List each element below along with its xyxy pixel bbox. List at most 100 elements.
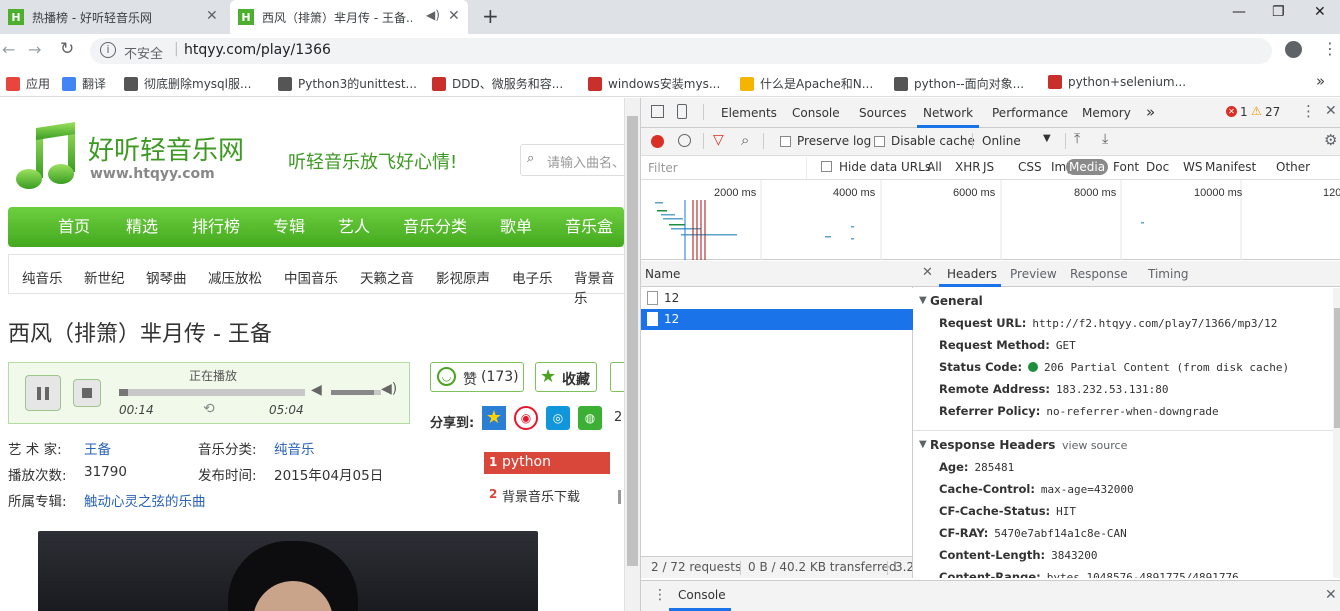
details-tab-preview[interactable]: Preview	[1010, 267, 1057, 281]
subnav-item[interactable]: 天籁之音	[360, 267, 414, 287]
type-filter-ws[interactable]: WS	[1183, 160, 1202, 174]
subnav-item[interactable]: 影视原声	[436, 267, 490, 287]
address-bar[interactable]: i 不安全 | htqyy.com/play/1366	[90, 38, 1272, 64]
new-tab-button[interactable]: +	[482, 4, 499, 28]
inspect-element-icon[interactable]	[651, 105, 664, 118]
loop-icon[interactable]: ⟲	[203, 401, 215, 417]
tab-close-icon[interactable]: ✕	[448, 8, 460, 24]
qzone-icon[interactable]: ★	[482, 406, 506, 430]
weibo-icon[interactable]: ◉	[514, 406, 538, 430]
expand-caret-icon[interactable]: ▼	[919, 295, 927, 306]
bookmark-item[interactable]: 翻译	[62, 75, 106, 92]
error-count[interactable]: 1	[1240, 105, 1248, 119]
filter-funnel-icon[interactable]: ▽	[713, 132, 724, 148]
request-row-selected[interactable]: 12	[641, 309, 913, 330]
forward-icon[interactable]: →	[28, 40, 41, 59]
devtools-close-icon[interactable]: ✕	[1325, 103, 1337, 119]
type-filter-xhr[interactable]: XHR	[955, 160, 981, 174]
subnav-item[interactable]: 纯音乐	[22, 267, 63, 287]
details-tab-response[interactable]: Response	[1070, 267, 1128, 281]
bookmark-item[interactable]: Python3的unittest...	[278, 75, 417, 92]
tab-audio-icon[interactable]: ◀)	[426, 8, 440, 22]
type-filter-doc[interactable]: Doc	[1146, 160, 1169, 174]
subnav-item[interactable]: 背景音乐	[574, 267, 624, 307]
response-headers-title[interactable]: Response Headers	[930, 438, 1055, 452]
drawer-close-icon[interactable]: ✕	[1325, 587, 1337, 603]
request-row[interactable]: 12	[641, 288, 913, 309]
nav-item[interactable]: 艺人	[338, 207, 370, 247]
bookmark-item[interactable]: python+selenium...	[1048, 75, 1186, 89]
browser-tab-inactive[interactable]: H 热播榜 - 好听轻音乐网 ✕	[0, 0, 228, 34]
type-filter-js[interactable]: JS	[983, 160, 994, 174]
browser-tab-active[interactable]: H 西风（排箫）芈月传 - 王备... ◀) ✕	[230, 0, 468, 34]
category-link[interactable]: 纯音乐	[274, 438, 315, 458]
album-link[interactable]: 触动心灵之弦的乐曲	[84, 490, 206, 510]
bookmark-item[interactable]: python--面向对象...	[894, 75, 1024, 92]
profile-avatar-icon[interactable]	[1285, 41, 1302, 58]
warning-count[interactable]: 27	[1265, 105, 1280, 119]
back-icon[interactable]: ←	[2, 40, 15, 59]
page-scrollbar[interactable]	[624, 98, 640, 611]
subnav-item[interactable]: 钢琴曲	[146, 267, 187, 287]
search-icon[interactable]: ⌕	[741, 131, 749, 149]
nav-item[interactable]: 排行榜	[192, 207, 240, 247]
devtools-tab-network[interactable]: Network	[923, 106, 973, 120]
type-filter-other[interactable]: Other	[1276, 160, 1310, 174]
subnav-item[interactable]: 中国音乐	[284, 267, 338, 287]
devtools-tab-console[interactable]: Console	[792, 106, 840, 120]
subnav-item[interactable]: 电子乐	[512, 267, 553, 287]
bookmark-item[interactable]: DDD、微服务和容...	[432, 75, 563, 92]
disable-cache-checkbox[interactable]	[874, 136, 885, 147]
import-har-icon[interactable]: ⤒	[1074, 131, 1080, 147]
details-scrollbar[interactable]	[1333, 288, 1340, 578]
maximize-icon[interactable]: ❐	[1272, 4, 1285, 20]
type-filter-css[interactable]: CSS	[1018, 160, 1042, 174]
devtools-menu-icon[interactable]: ⋮	[1301, 102, 1316, 120]
type-filter-font[interactable]: Font	[1113, 160, 1139, 174]
more-tabs-icon[interactable]: »	[1146, 103, 1155, 121]
tab-close-icon[interactable]: ✕	[206, 8, 218, 24]
throttle-select[interactable]: Online ▼	[979, 131, 1057, 151]
site-logo-name[interactable]: 好听轻音乐网	[88, 130, 244, 167]
tencent-weibo-icon[interactable]: ◎	[546, 406, 570, 430]
window-close-icon[interactable]: ✕	[1314, 4, 1326, 20]
nav-item[interactable]: 专辑	[273, 207, 305, 247]
ranking-item-2[interactable]: 2 背景音乐下载	[484, 484, 610, 506]
progress-track[interactable]	[119, 389, 305, 396]
reload-icon[interactable]: ↻	[60, 39, 74, 59]
bookmark-item[interactable]: windows安装mys...	[588, 75, 720, 92]
bookmark-item[interactable]: 什么是Apache和N...	[740, 75, 873, 92]
favorite-button[interactable]: ★ 收藏	[535, 362, 597, 392]
drawer-menu-icon[interactable]: ⋮	[653, 587, 667, 603]
details-tab-timing[interactable]: Timing	[1148, 267, 1189, 281]
wechat-icon[interactable]: ◍	[578, 406, 602, 430]
nav-item[interactable]: 首页	[58, 207, 90, 247]
filter-input[interactable]: Filter	[643, 157, 807, 179]
network-settings-icon[interactable]: ⚙	[1324, 131, 1337, 149]
nav-item[interactable]: 音乐盒	[565, 207, 613, 247]
menu-kebab-icon[interactable]: ⋮	[1322, 39, 1338, 58]
like-button[interactable]: ◡ 赞 (173)	[430, 362, 524, 392]
nav-item[interactable]: 精选	[126, 207, 158, 247]
expand-caret-icon[interactable]: ▼	[919, 439, 927, 450]
site-search-input[interactable]: ⌕ 请输入曲名、	[520, 144, 624, 176]
type-filter-media[interactable]: Media	[1066, 159, 1109, 175]
details-close-icon[interactable]: ✕	[922, 265, 933, 280]
details-tab-headers[interactable]: Headers	[947, 267, 997, 281]
type-filter-all[interactable]: All	[927, 160, 942, 174]
volume-track[interactable]	[331, 390, 381, 395]
type-filter-manifest[interactable]: Manifest	[1205, 160, 1256, 174]
general-section-title[interactable]: General	[930, 294, 983, 308]
view-source-link[interactable]: view source	[1062, 439, 1127, 452]
bookmarks-overflow-icon[interactable]: »	[1316, 72, 1325, 90]
devtools-tab-sources[interactable]: Sources	[859, 106, 906, 120]
pause-button[interactable]	[25, 375, 61, 411]
drawer-tab-console[interactable]: Console	[678, 588, 726, 602]
export-har-icon[interactable]: ⤓	[1102, 131, 1108, 147]
devtools-tab-performance[interactable]: Performance	[992, 106, 1068, 120]
volume-max-icon[interactable]: ◀)	[381, 381, 397, 397]
devtools-tab-memory[interactable]: Memory	[1082, 106, 1131, 120]
scrollbar-thumb[interactable]	[627, 116, 638, 566]
ranking-item-1[interactable]: 1 python	[484, 452, 610, 474]
devtools-tab-elements[interactable]: Elements	[721, 106, 777, 120]
